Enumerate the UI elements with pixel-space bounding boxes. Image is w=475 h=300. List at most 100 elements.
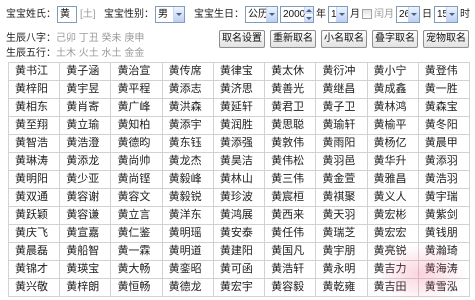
name-cell[interactable]: 黄仁鉴: [111, 225, 162, 242]
name-cell[interactable]: 黄紫剑: [418, 207, 469, 224]
name-cell[interactable]: 黄平程: [111, 81, 162, 98]
name-cell[interactable]: 黄洋东: [162, 207, 213, 224]
name-cell[interactable]: 黄相东: [9, 99, 60, 116]
chevron-down-icon[interactable]: [266, 7, 277, 22]
name-cell[interactable]: 黄瑛宝: [60, 261, 111, 278]
name-cell[interactable]: 黄肖寄: [60, 99, 111, 116]
name-cell[interactable]: 黄钱朋: [418, 225, 469, 242]
name-cell[interactable]: 黄宣嘉: [60, 225, 111, 242]
name-cell[interactable]: 黄济思: [213, 81, 265, 98]
year-input[interactable]: 2000: [280, 6, 314, 23]
name-cell[interactable]: 黄少亚: [60, 171, 111, 188]
name-cell[interactable]: 黄继昌: [316, 81, 367, 98]
name-cell[interactable]: 黄龙杰: [162, 153, 213, 170]
name-cell[interactable]: 黄容毅: [265, 279, 316, 296]
hour-select[interactable]: 15: [434, 6, 458, 23]
day-select[interactable]: 26: [396, 6, 420, 23]
name-cell[interactable]: 黄传席: [162, 63, 213, 80]
name-cell[interactable]: 黄德龙: [162, 279, 213, 296]
name-cell[interactable]: 黄添羽: [418, 153, 469, 170]
name-cell[interactable]: 黄永明: [316, 261, 367, 278]
name-cell[interactable]: 黄海涛: [418, 261, 469, 278]
name-cell[interactable]: 黄锦才: [9, 261, 60, 278]
name-cell[interactable]: 黄至翔: [9, 117, 60, 134]
name-cell[interactable]: 黄兴敬: [9, 279, 60, 296]
name-cell[interactable]: 黄珍波: [213, 189, 265, 206]
name-cell[interactable]: 黄子涵: [60, 63, 111, 80]
name-cell[interactable]: 黄治宣: [111, 63, 162, 80]
name-cell[interactable]: 黄宸桓: [265, 189, 316, 206]
name-cell[interactable]: 黄宏宏: [367, 225, 418, 242]
name-cell[interactable]: 黄登伟: [418, 63, 469, 80]
name-cell[interactable]: 黄宏宇: [213, 279, 265, 296]
name-cell[interactable]: 黄浩澄: [60, 135, 111, 152]
name-cell[interactable]: 黄宇瑞: [418, 189, 469, 206]
name-cell[interactable]: 黄天羽: [316, 207, 367, 224]
chevron-down-icon[interactable]: [336, 7, 347, 22]
name-cell[interactable]: 黄成鑫: [367, 81, 418, 98]
name-cell[interactable]: 黄跃颖: [9, 207, 60, 224]
name-cell[interactable]: 黄润胜: [213, 117, 265, 134]
name-cell[interactable]: 黄广峰: [111, 99, 162, 116]
name-cell[interactable]: 黄书江: [9, 63, 60, 80]
name-cell[interactable]: 黄伟松: [265, 153, 316, 170]
name-cell[interactable]: 黄思聪: [265, 117, 316, 134]
chevron-down-icon[interactable]: [408, 7, 419, 22]
name-cell[interactable]: 黄西来: [265, 207, 316, 224]
name-cell[interactable]: 黄森宝: [418, 99, 469, 116]
name-cell[interactable]: 黄乾雍: [316, 279, 367, 296]
name-cell[interactable]: 黄毅峰: [162, 171, 213, 188]
name-cell[interactable]: 黄立瑜: [60, 117, 111, 134]
chevron-down-icon[interactable]: [173, 7, 184, 22]
spinner-down-icon[interactable]: [304, 15, 313, 22]
name-cell[interactable]: 黄洪森: [162, 99, 213, 116]
name-cell[interactable]: 黄国凡: [265, 243, 316, 260]
name-cell[interactable]: 黄安泰: [213, 225, 265, 242]
name-cell[interactable]: 黄衍冲: [316, 63, 367, 80]
name-cell[interactable]: 黄梓朗: [60, 279, 111, 296]
name-cell[interactable]: 黄华升: [367, 153, 418, 170]
name-cell[interactable]: 黄鸿展: [213, 207, 265, 224]
name-cell[interactable]: 黄恒畅: [111, 279, 162, 296]
name-cell[interactable]: 黄三伟: [265, 171, 316, 188]
name-cell[interactable]: 黄宇昱: [60, 81, 111, 98]
calendar-type-select[interactable]: 公历: [245, 6, 278, 23]
chevron-down-icon[interactable]: [446, 7, 457, 22]
naming-settings-button[interactable]: 取名设置: [219, 30, 265, 48]
leap-month-checkbox[interactable]: [362, 9, 372, 19]
name-cell[interactable]: 黄冬阳: [418, 117, 469, 134]
name-cell[interactable]: 黄东钰: [162, 135, 213, 152]
name-cell[interactable]: 黄浩轩: [265, 261, 316, 278]
name-cell[interactable]: 黄祺聚: [316, 189, 367, 206]
name-cell[interactable]: 黄宏彬: [367, 207, 418, 224]
name-cell[interactable]: 黄德昀: [111, 135, 162, 152]
name-cell[interactable]: 黄立言: [111, 207, 162, 224]
name-cell[interactable]: 黄杨亿: [367, 135, 418, 152]
name-cell[interactable]: 黄榆平: [367, 117, 418, 134]
name-cell[interactable]: 黄律宝: [213, 63, 265, 80]
name-cell[interactable]: 黄羽邑: [316, 153, 367, 170]
name-cell[interactable]: 黄智浩: [9, 135, 60, 152]
name-cell[interactable]: 黄善光: [265, 81, 316, 98]
name-cell[interactable]: 黄义人: [367, 189, 418, 206]
name-cell[interactable]: 黄建阳: [213, 243, 265, 260]
name-cell[interactable]: 黄林山: [213, 171, 265, 188]
name-cell[interactable]: 黄尚铿: [111, 171, 162, 188]
name-cell[interactable]: 黄尚帅: [111, 153, 162, 170]
name-cell[interactable]: 黄容文: [111, 189, 162, 206]
name-cell[interactable]: 黄雪泓: [418, 279, 469, 296]
name-cell[interactable]: 黄庆飞: [9, 225, 60, 242]
name-cell[interactable]: 黄子卫: [316, 99, 367, 116]
name-cell[interactable]: 黄琳涛: [9, 153, 60, 170]
name-cell[interactable]: 黄小宁: [367, 63, 418, 80]
name-cell[interactable]: 黄吉田: [367, 279, 418, 296]
year-spinner[interactable]: [304, 7, 313, 22]
name-cell[interactable]: 黄船智: [60, 243, 111, 260]
name-cell[interactable]: 黄金萱: [316, 171, 367, 188]
gender-select[interactable]: 男: [155, 6, 185, 23]
name-cell[interactable]: 黄亮锐: [367, 243, 418, 260]
name-cell[interactable]: 黄毅锐: [162, 189, 213, 206]
name-cell[interactable]: 黄浩羽: [418, 171, 469, 188]
name-cell[interactable]: 黄可函: [213, 261, 265, 278]
pet-name-button[interactable]: 宠物取名: [423, 30, 469, 48]
